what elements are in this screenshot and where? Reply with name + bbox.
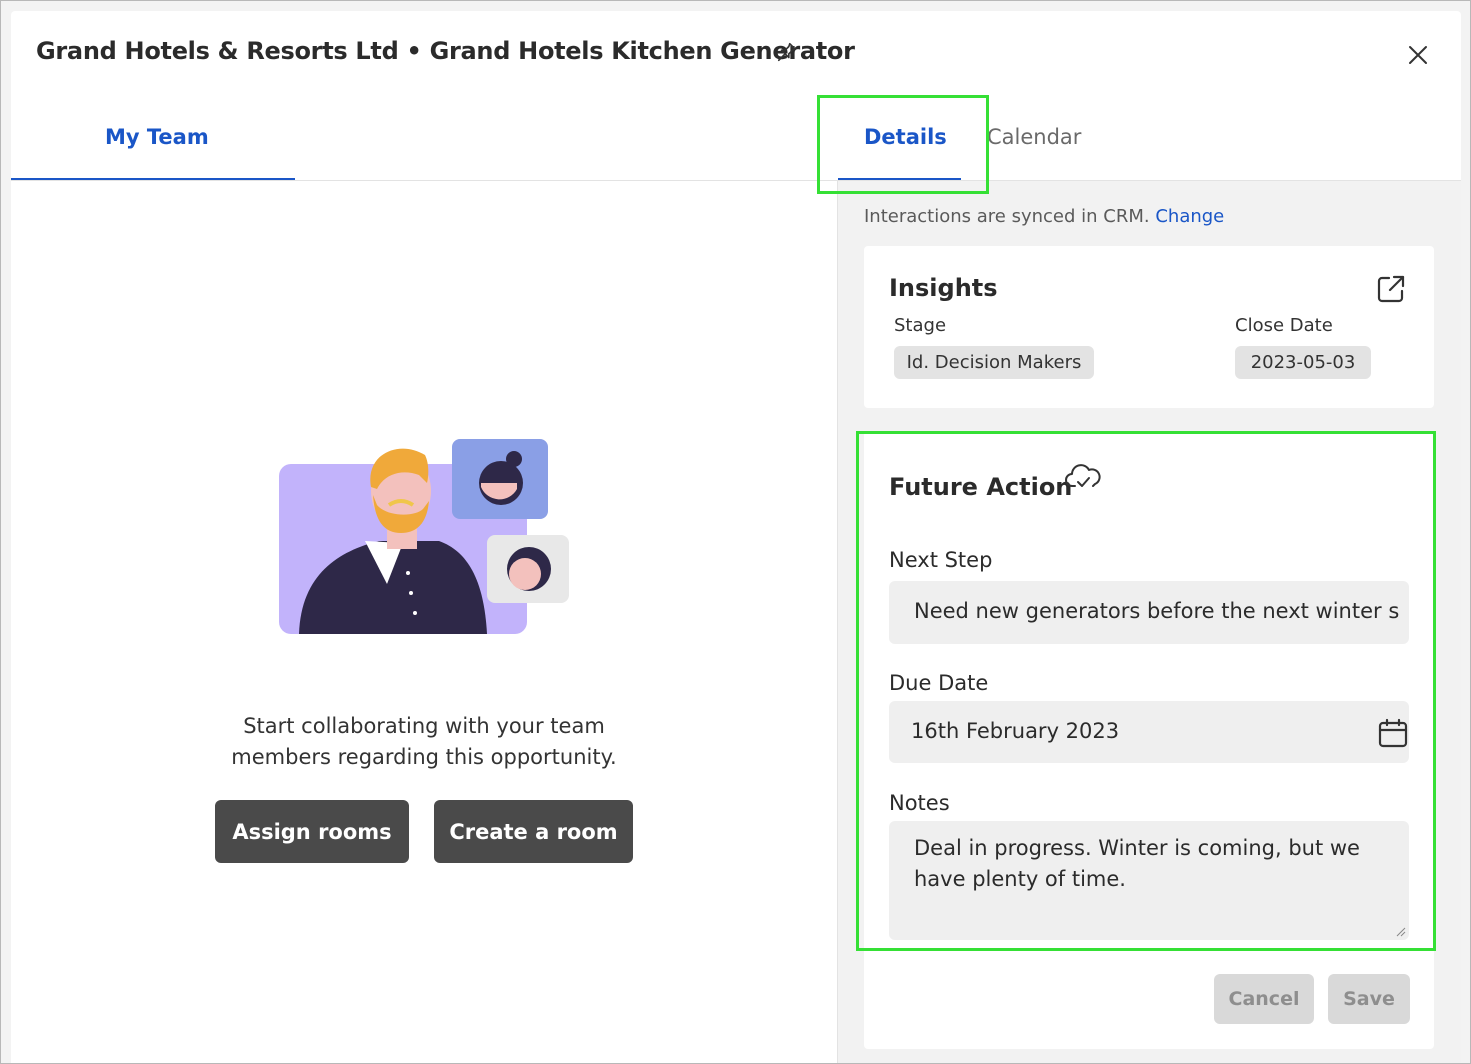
insights-card: Insights Stage Id. Decision Makers Close…	[864, 246, 1434, 408]
my-team-pane: Start collaborating with your team membe…	[11, 181, 837, 1063]
change-link[interactable]: Change	[1155, 206, 1224, 227]
crm-sync-text: Interactions are synced in CRM.	[864, 206, 1150, 227]
window-frame: Grand Hotels & Resorts Ltd • Grand Hotel…	[0, 0, 1471, 1064]
dialog-title: Grand Hotels & Resorts Ltd • Grand Hotel…	[36, 37, 855, 65]
insights-title: Insights	[889, 274, 998, 302]
stage-label: Stage	[894, 315, 947, 336]
pin-icon[interactable]	[776, 41, 798, 63]
close-icon[interactable]	[1406, 43, 1430, 67]
cancel-button[interactable]: Cancel	[1214, 974, 1314, 1024]
stage-chip: Id. Decision Makers	[894, 346, 1094, 379]
open-external-icon[interactable]	[1374, 272, 1408, 306]
crm-sync-notice: Interactions are synced in CRM. Change	[864, 206, 1224, 227]
empty-state-message: Start collaborating with your team membe…	[11, 711, 837, 773]
empty-state-line-1: Start collaborating with your team	[243, 714, 605, 738]
tab-my-team[interactable]: My Team	[105, 125, 209, 149]
close-date-chip: 2023-05-03	[1235, 346, 1371, 379]
team-collaboration-illustration	[279, 439, 569, 634]
details-tab-highlight	[817, 95, 989, 194]
empty-state-line-2: members regarding this opportunity.	[231, 745, 617, 769]
create-room-button[interactable]: Create a room	[434, 800, 633, 863]
assign-rooms-button[interactable]: Assign rooms	[215, 800, 409, 863]
tab-calendar[interactable]: Calendar	[987, 125, 1081, 149]
opportunity-dialog: Grand Hotels & Resorts Ltd • Grand Hotel…	[11, 11, 1461, 1063]
future-action-highlight	[856, 431, 1436, 951]
save-button[interactable]: Save	[1328, 974, 1410, 1024]
close-date-label: Close Date	[1235, 315, 1333, 336]
